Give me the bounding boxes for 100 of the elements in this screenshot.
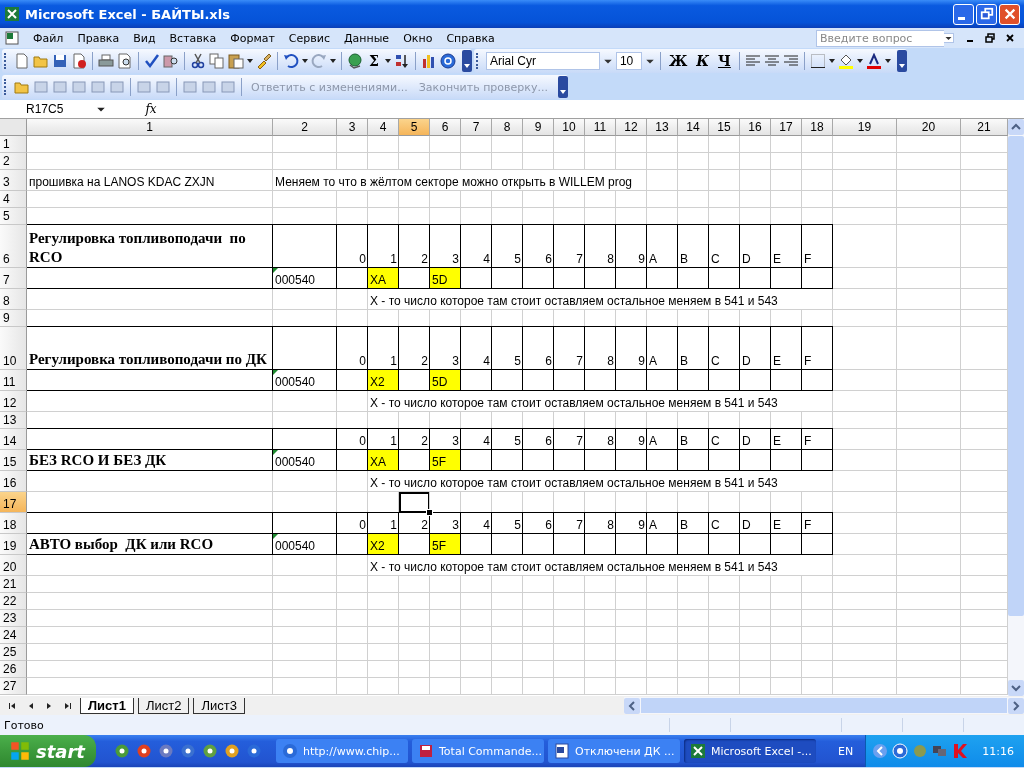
taskbar-button[interactable]: Microsoft Excel -...	[684, 739, 816, 763]
row-header[interactable]: 11	[0, 370, 27, 391]
close-button[interactable]	[999, 3, 1020, 25]
row-header[interactable]: 21	[0, 576, 27, 593]
column-header[interactable]: 6	[430, 119, 461, 136]
save-icon[interactable]	[52, 53, 68, 69]
sheet-tab[interactable]: Лист3	[193, 697, 245, 714]
toolbar-options-icon[interactable]	[461, 50, 472, 72]
workbook-icon[interactable]	[4, 30, 20, 46]
error-indicator-icon[interactable]	[273, 450, 278, 455]
close-icon[interactable]	[1005, 33, 1015, 43]
row-header[interactable]: 25	[0, 644, 27, 661]
menu-item[interactable]: Вставка	[162, 31, 224, 45]
caret-icon[interactable]	[884, 59, 891, 63]
menu-item[interactable]: Сервис	[281, 31, 337, 45]
column-header[interactable]: 11	[585, 119, 616, 136]
caret-icon[interactable]	[384, 59, 391, 63]
paste-icon[interactable]	[228, 53, 244, 69]
taskbar-button[interactable]: Отключени ДК ...	[548, 739, 680, 763]
font-color-icon[interactable]	[865, 53, 882, 69]
menu-item[interactable]: Справка	[439, 31, 502, 45]
row-header[interactable]: 15	[0, 450, 27, 471]
underline-button[interactable]: Ч	[715, 53, 734, 69]
column-header[interactable]: 2	[273, 119, 337, 136]
menu-item[interactable]: Правка	[70, 31, 127, 45]
vertical-scrollbar[interactable]	[1008, 119, 1024, 696]
sort-icon[interactable]	[393, 53, 410, 69]
row-header[interactable]: 20	[0, 555, 27, 576]
column-header[interactable]: 21	[961, 119, 1008, 136]
row-header[interactable]: 24	[0, 627, 27, 644]
align-center-icon[interactable]	[763, 53, 780, 69]
chart-icon[interactable]	[420, 53, 437, 69]
caret-icon[interactable]	[247, 59, 253, 63]
help-search-field[interactable]: Введите вопрос	[816, 29, 944, 47]
fill-handle[interactable]	[426, 509, 433, 516]
scroll-right-icon[interactable]	[1008, 697, 1024, 714]
row-header[interactable]: 9	[0, 310, 27, 327]
row-header[interactable]: 13	[0, 412, 27, 429]
row-header[interactable]: 2	[0, 153, 27, 170]
start-button[interactable]: start	[0, 735, 96, 767]
row-header[interactable]: 23	[0, 610, 27, 627]
scroll-up-icon[interactable]	[1008, 119, 1024, 135]
help-icon[interactable]	[439, 53, 456, 69]
menu-item[interactable]: Окно	[396, 31, 440, 45]
caret-icon[interactable]	[856, 59, 863, 63]
row-header[interactable]: 6	[0, 225, 27, 268]
column-header[interactable]: 9	[523, 119, 554, 136]
row-header[interactable]: 14	[0, 429, 27, 450]
column-header[interactable]: 4	[368, 119, 399, 136]
app-tray-icon[interactable]	[892, 743, 909, 759]
row-header[interactable]: 10	[0, 327, 27, 370]
brush-icon[interactable]	[256, 53, 272, 69]
column-header[interactable]: 13	[647, 119, 678, 136]
row-header[interactable]: 5	[0, 208, 27, 225]
menu-item[interactable]: Данные	[336, 31, 397, 45]
minimize-button[interactable]	[953, 3, 974, 25]
previous-sheet-icon[interactable]	[27, 701, 35, 710]
scissors-icon[interactable]	[190, 53, 206, 69]
column-header[interactable]: 16	[740, 119, 771, 136]
note-icon[interactable]	[14, 79, 30, 95]
column-header[interactable]: 17	[771, 119, 802, 136]
bold-button[interactable]: Ж	[665, 53, 691, 69]
restore-icon[interactable]	[985, 33, 995, 43]
insert-function-button[interactable]: fx	[126, 102, 176, 116]
horizontal-scrollbar[interactable]	[624, 697, 1024, 714]
scroll-down-icon[interactable]	[1008, 680, 1024, 696]
row-header[interactable]: 1	[0, 136, 27, 153]
permission-icon[interactable]	[71, 53, 87, 69]
column-header[interactable]: 7	[461, 119, 492, 136]
research-icon[interactable]	[163, 53, 179, 69]
taskbar-button[interactable]: http://www.chip...	[276, 739, 408, 763]
column-header[interactable]: 20	[897, 119, 961, 136]
sheet-tab[interactable]: Лист2	[137, 697, 190, 714]
computers-icon[interactable]	[932, 743, 949, 759]
toolbar-options-icon[interactable]	[896, 50, 907, 72]
undo-icon[interactable]	[283, 53, 299, 69]
print-icon[interactable]	[98, 53, 114, 69]
column-header[interactable]: 18	[802, 119, 833, 136]
menu-item[interactable]: Вид	[126, 31, 163, 45]
row-header[interactable]: 26	[0, 661, 27, 678]
language-indicator[interactable]: EN	[830, 744, 862, 758]
toolbar-options-icon[interactable]	[557, 76, 568, 98]
scroll-left-icon[interactable]	[624, 697, 640, 714]
app-icon[interactable]	[246, 743, 262, 759]
expand-tray-icon[interactable]	[872, 743, 889, 759]
error-indicator-icon[interactable]	[273, 268, 278, 273]
column-header[interactable]: 5	[399, 119, 430, 136]
next-sheet-icon[interactable]	[45, 701, 53, 710]
column-header[interactable]: 19	[833, 119, 897, 136]
column-header[interactable]: 3	[337, 119, 368, 136]
italic-button[interactable]: К	[693, 53, 713, 69]
row-header[interactable]: 8	[0, 289, 27, 310]
row-header[interactable]: 12	[0, 391, 27, 412]
autosum-button[interactable]: Σ	[366, 53, 382, 69]
column-header[interactable]: 8	[492, 119, 523, 136]
spelling-icon[interactable]	[144, 53, 160, 69]
menu-item[interactable]: Формат	[223, 31, 282, 45]
row-header[interactable]: 22	[0, 593, 27, 610]
column-header[interactable]: 15	[709, 119, 740, 136]
row-header[interactable]: 17	[0, 492, 27, 513]
